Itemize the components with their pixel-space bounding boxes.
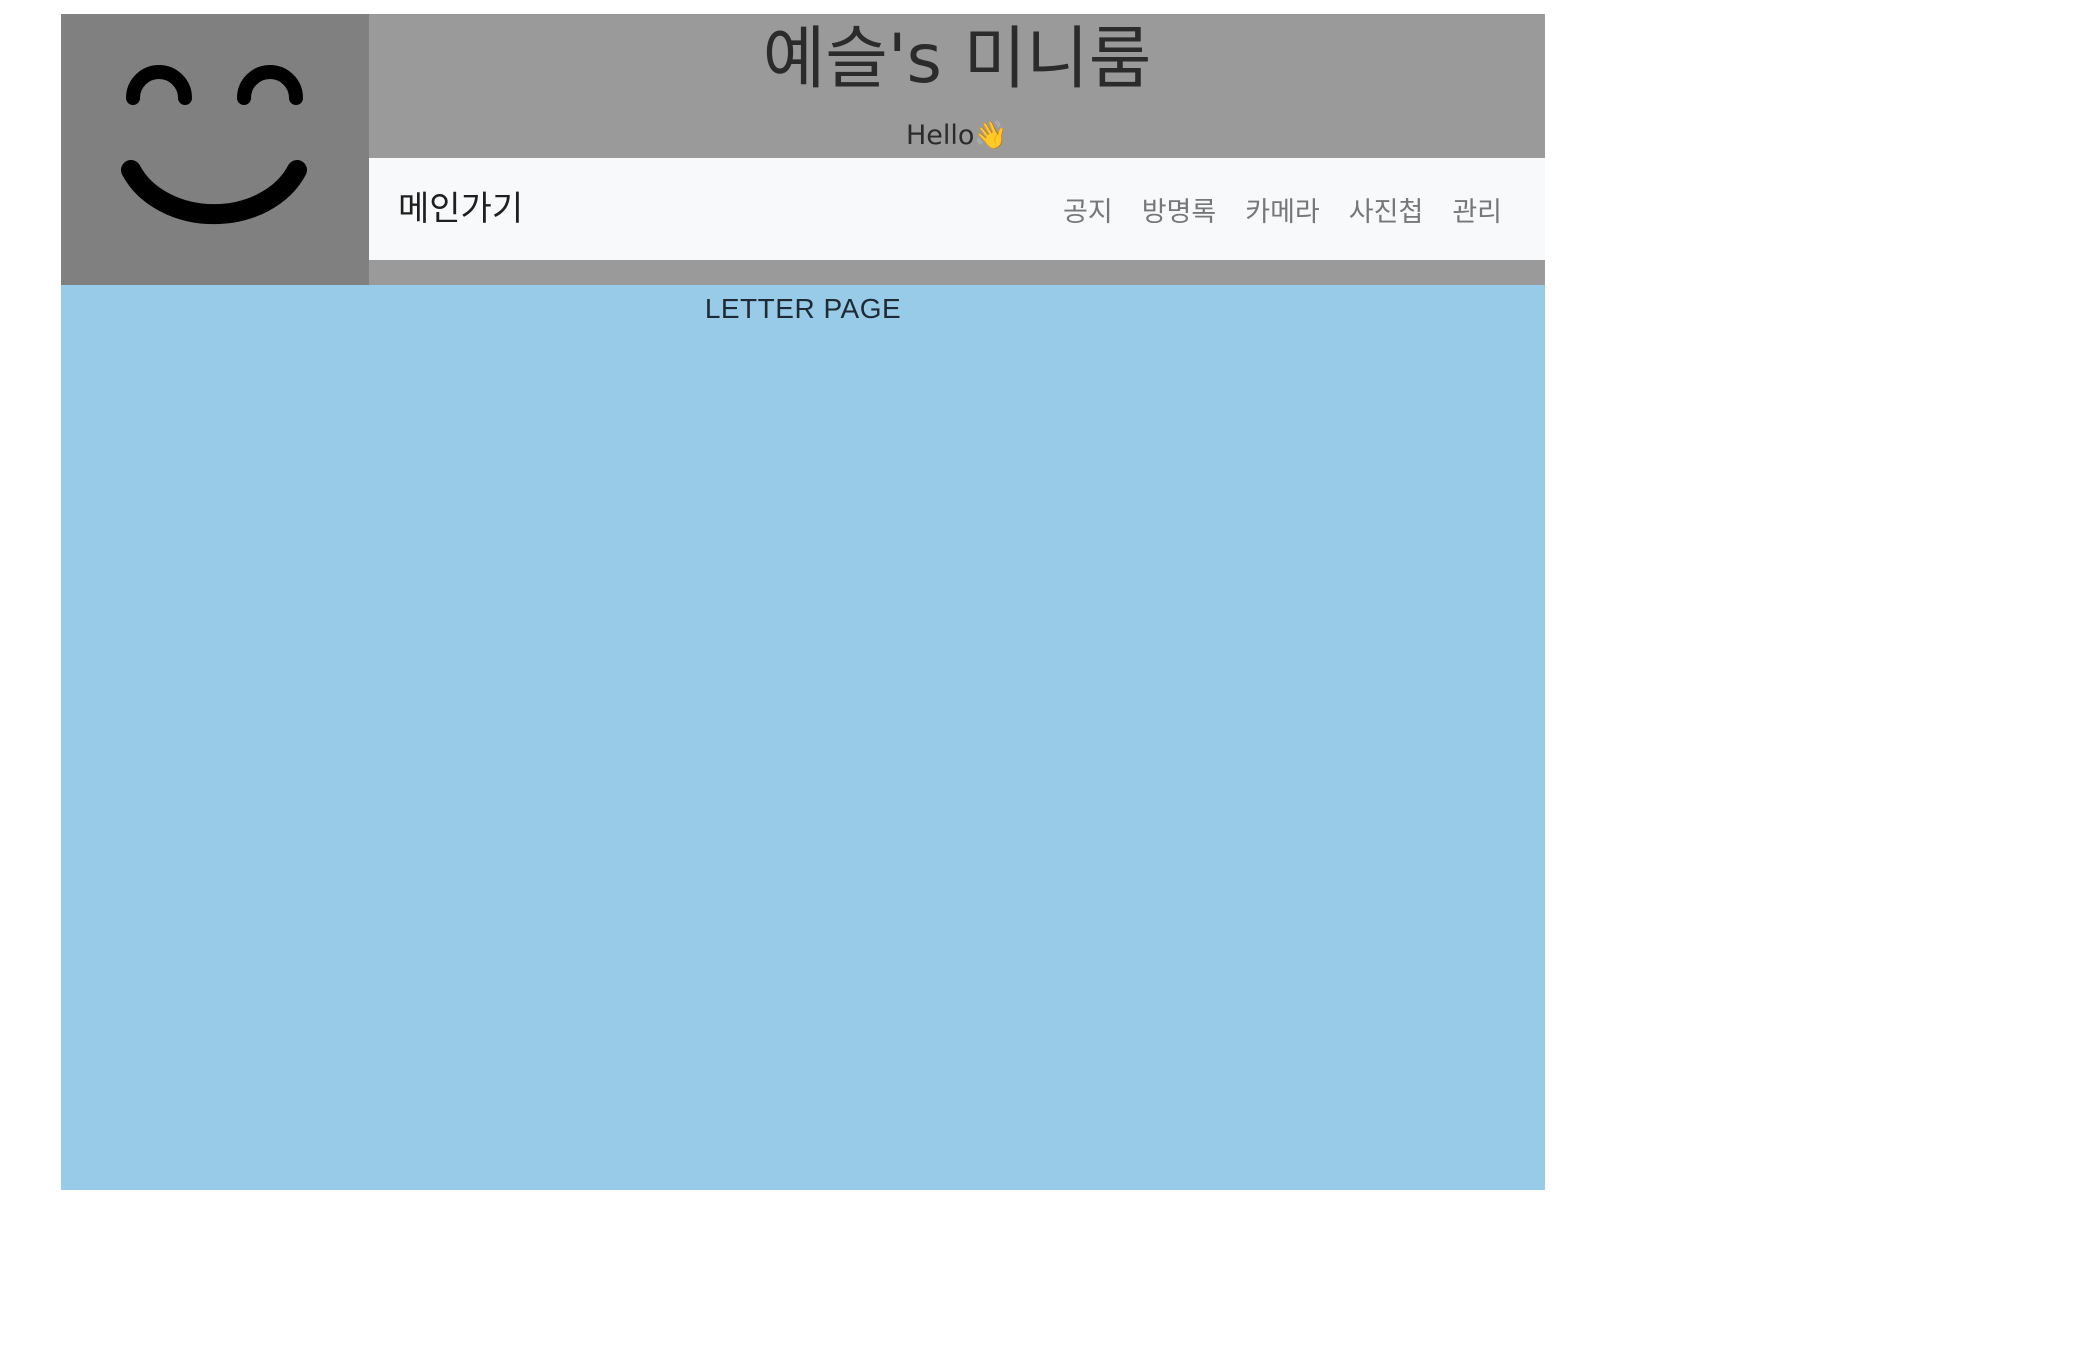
nav-links: 공지 방명록 카메라 사진첩 관리	[1063, 158, 1502, 260]
smiley-face-icon	[121, 65, 307, 225]
title-area: 예슬's 미니룸 Hello👋	[369, 14, 1545, 158]
nav-link-manage[interactable]: 관리	[1452, 190, 1502, 229]
greeting-text: Hello👋	[905, 120, 1009, 151]
nav-link-notice[interactable]: 공지	[1063, 190, 1113, 229]
main-content: LETTER PAGE	[61, 285, 1545, 1190]
logo-box	[61, 14, 369, 285]
page-heading: LETTER PAGE	[704, 293, 902, 324]
page-container: 예슬's 미니룸 Hello👋 메인가기 공지 방명록 카메라 사진첩 관리 L…	[61, 14, 1545, 1190]
nav-link-camera[interactable]: 카메라	[1245, 190, 1320, 229]
navbar: 메인가기 공지 방명록 카메라 사진첩 관리	[369, 158, 1545, 260]
nav-link-album[interactable]: 사진첩	[1349, 190, 1424, 229]
site-title: 예슬's 미니룸	[762, 20, 1152, 99]
site-header: 예슬's 미니룸 Hello👋 메인가기 공지 방명록 카메라 사진첩 관리	[61, 14, 1545, 285]
nav-link-guestbook[interactable]: 방명록	[1142, 190, 1217, 229]
main-page-link[interactable]: 메인가기	[398, 158, 523, 260]
